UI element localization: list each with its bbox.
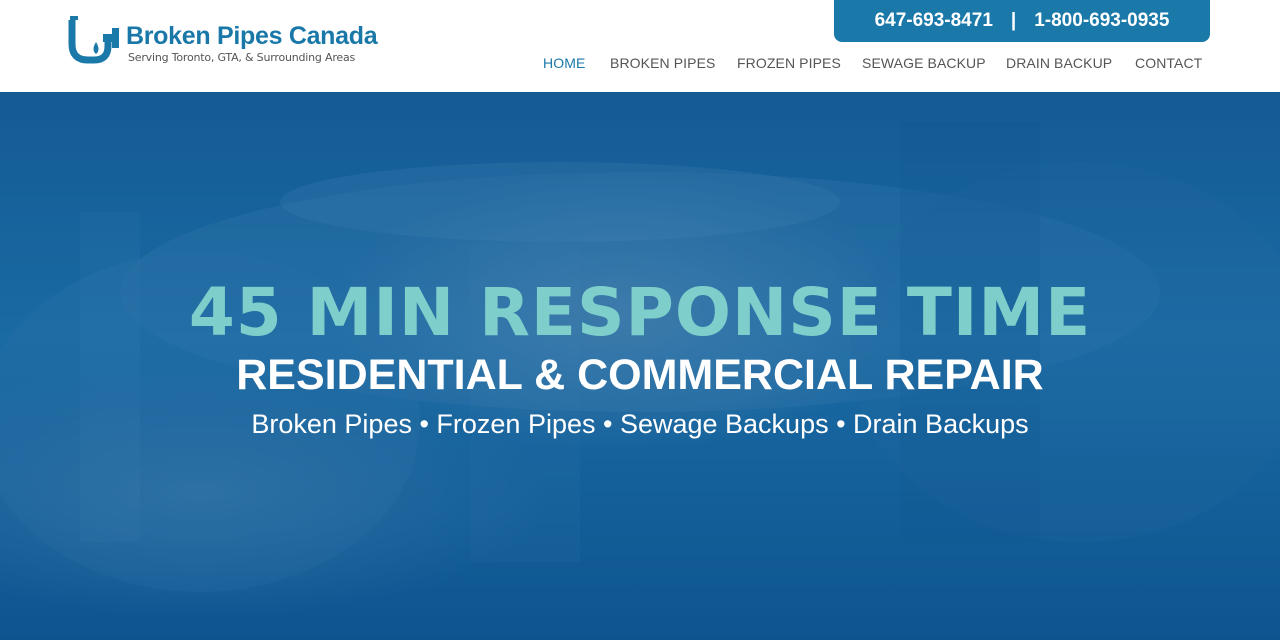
phone-tollfree-link[interactable]: 1-800-693-0935: [1034, 10, 1169, 32]
phone-separator: |: [1010, 10, 1017, 31]
phone-bar: 647-693-8471 | 1-800-693-0935: [834, 0, 1210, 42]
nav-item-broken-pipes[interactable]: BROKEN PIPES: [610, 55, 715, 71]
hero-headline: 45 MIN RESPONSE TIME: [188, 274, 1092, 351]
hero-subheadline: RESIDENTIAL & COMMERCIAL REPAIR: [236, 351, 1044, 399]
pipe-logo-icon: [68, 16, 119, 64]
nav-item-contact[interactable]: CONTACT: [1135, 55, 1202, 71]
site-header: Broken Pipes Canada Serving Toronto, GTA…: [0, 0, 1280, 92]
phone-local-link[interactable]: 647-693-8471: [875, 10, 993, 32]
hero-banner: 45 MIN RESPONSE TIME RESIDENTIAL & COMME…: [0, 92, 1280, 640]
brand-tagline: Serving Toronto, GTA, & Surrounding Area…: [128, 51, 356, 64]
nav-item-home[interactable]: HOME: [543, 55, 585, 71]
site-logo[interactable]: Broken Pipes Canada Serving Toronto, GTA…: [68, 14, 378, 68]
main-nav: HOME BROKEN PIPES FROZEN PIPES SEWAGE BA…: [530, 55, 1210, 75]
nav-item-sewage-backup[interactable]: SEWAGE BACKUP: [862, 55, 986, 71]
nav-item-frozen-pipes[interactable]: FROZEN PIPES: [737, 55, 841, 71]
brand-name: Broken Pipes Canada: [126, 22, 378, 50]
hero-services-list: Broken Pipes • Frozen Pipes • Sewage Bac…: [251, 409, 1029, 439]
nav-item-drain-backup[interactable]: DRAIN BACKUP: [1006, 55, 1112, 71]
